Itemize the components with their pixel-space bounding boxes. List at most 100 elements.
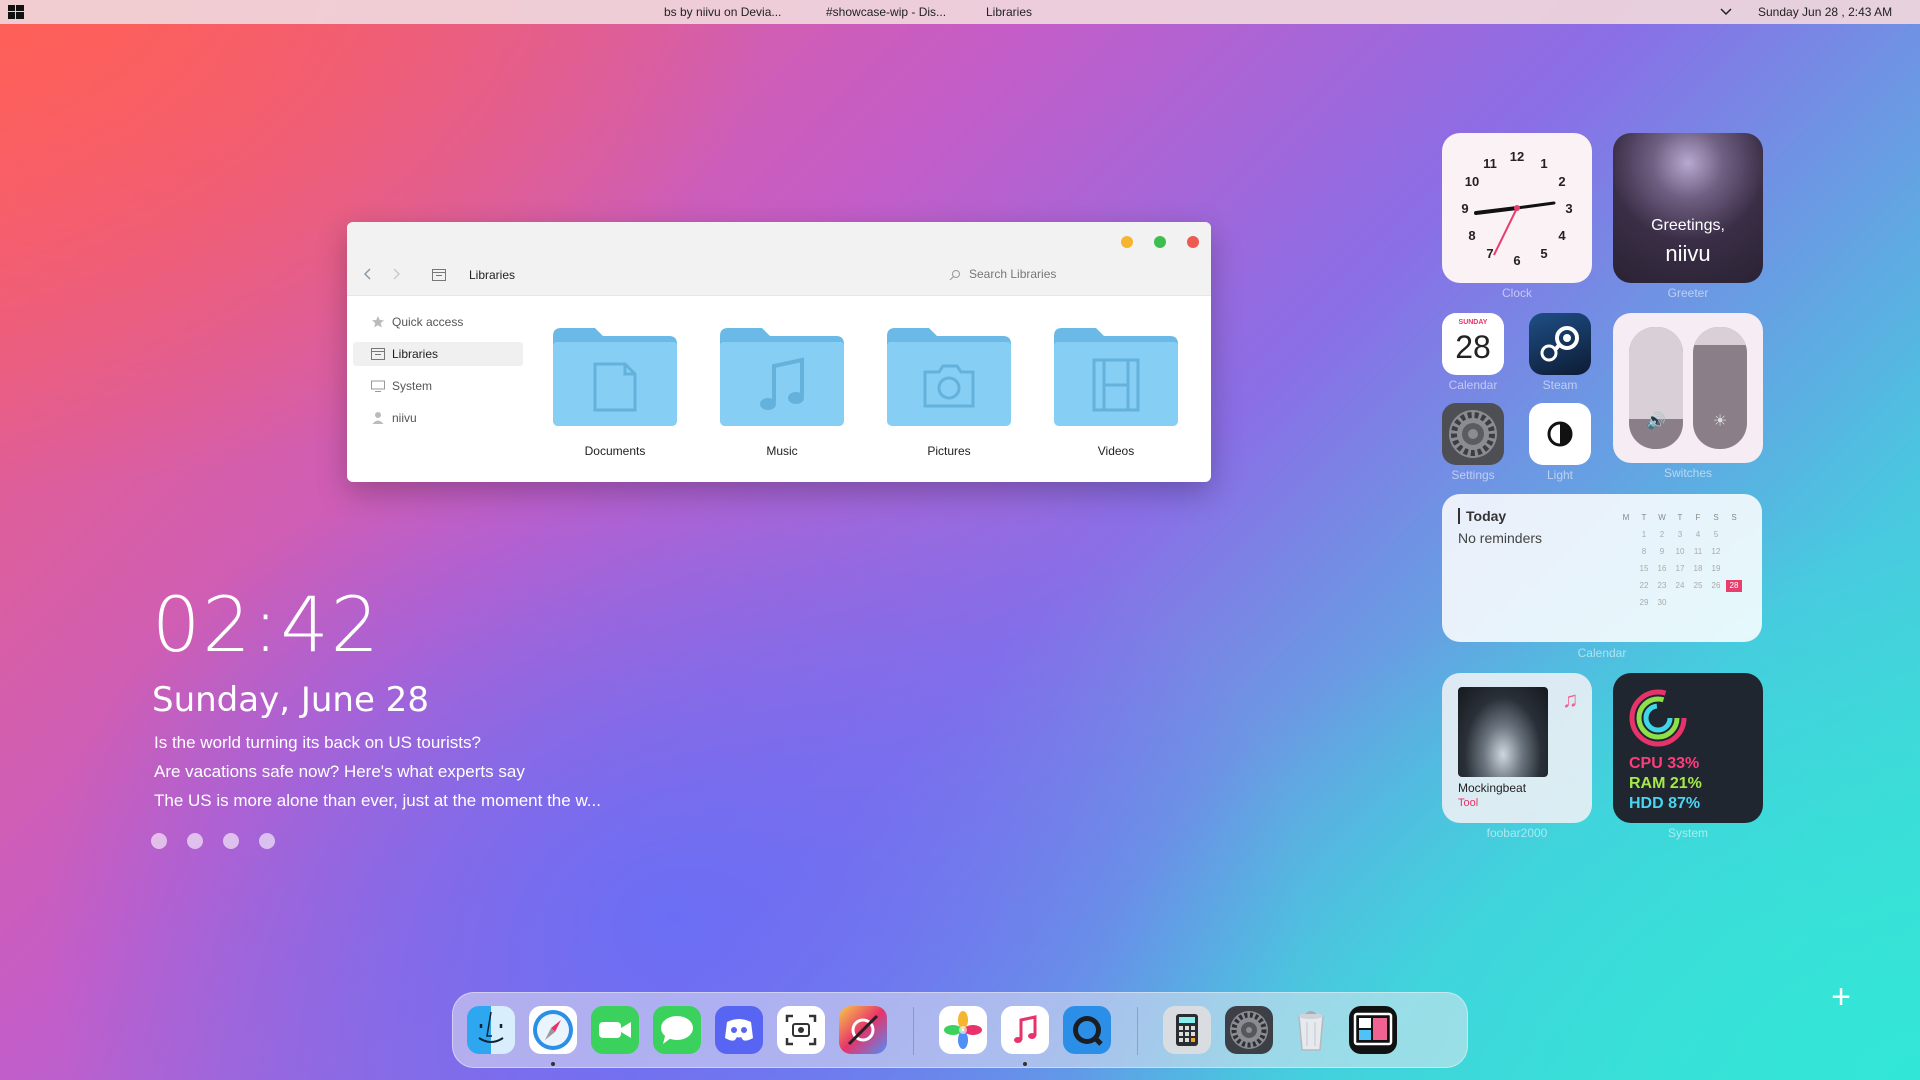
- folder-pictures[interactable]: Pictures: [885, 324, 1013, 458]
- calendar-day[interactable]: 16: [1654, 563, 1670, 575]
- calendar-day[interactable]: 5: [1708, 529, 1724, 541]
- minimize-button[interactable]: [1121, 236, 1133, 248]
- page-dot[interactable]: [223, 833, 239, 849]
- folder-music[interactable]: Music: [718, 324, 846, 458]
- breadcrumb[interactable]: Libraries: [469, 268, 515, 282]
- calendar-day[interactable]: 11: [1690, 546, 1706, 558]
- facetime-icon[interactable]: [591, 1006, 639, 1054]
- calendar-day[interactable]: 4: [1690, 529, 1706, 541]
- light-toggle-icon[interactable]: [1529, 403, 1591, 465]
- calendar-day[interactable]: 12: [1708, 546, 1724, 558]
- file-explorer-window: Libraries Quick access Libraries System: [347, 222, 1211, 482]
- user-icon: [371, 411, 385, 425]
- news-headline[interactable]: The US is more alone than ever, just at …: [154, 791, 601, 811]
- sidebar-item-label: niivu: [392, 411, 417, 425]
- clock-number: 10: [1465, 174, 1479, 189]
- close-button[interactable]: [1187, 236, 1199, 248]
- calendar-day[interactable]: 25: [1690, 580, 1706, 592]
- topbar-clock[interactable]: Sunday Jun 28 , 2:43 AM: [1758, 5, 1892, 19]
- calendar-day[interactable]: 29: [1636, 597, 1652, 609]
- widget-label: Switches: [1663, 466, 1713, 480]
- calendar-day[interactable]: 2: [1654, 529, 1670, 541]
- camera-icon: [887, 328, 1011, 426]
- calendar-day[interactable]: 18: [1690, 563, 1706, 575]
- clock-widget[interactable]: 12 1 2 3 4 5 6 7 8 9 10 11: [1442, 133, 1592, 283]
- screenshot-icon[interactable]: [777, 1006, 825, 1054]
- clock-number: 11: [1483, 156, 1497, 171]
- brightness-slider[interactable]: ☀: [1693, 327, 1747, 449]
- clock-number: 1: [1540, 156, 1547, 171]
- greeting-text: Greetings,: [1651, 217, 1725, 234]
- sidebar-item-system[interactable]: System: [353, 374, 523, 398]
- chevron-down-icon[interactable]: [1718, 4, 1734, 20]
- discord-icon[interactable]: [715, 1006, 763, 1054]
- calendar-day[interactable]: 22: [1636, 580, 1652, 592]
- news-headline[interactable]: Is the world turning its back on US tour…: [154, 733, 481, 753]
- calendar-day[interactable]: 15: [1636, 563, 1652, 575]
- folder-documents[interactable]: Documents: [551, 324, 679, 458]
- sidebar-item-libraries[interactable]: Libraries: [353, 342, 523, 366]
- calculator-icon[interactable]: [1163, 1006, 1211, 1054]
- itunes-icon[interactable]: [1001, 1006, 1049, 1054]
- back-arrow-icon[interactable]: [361, 267, 375, 281]
- sidebar-item-user[interactable]: niivu: [353, 406, 523, 430]
- color-picker-icon[interactable]: [839, 1006, 887, 1054]
- document-icon: [553, 328, 677, 426]
- calendar-day[interactable]: 10: [1672, 546, 1688, 558]
- calendar-day[interactable]: 24: [1672, 580, 1688, 592]
- sidebar-item-label: Libraries: [392, 347, 439, 361]
- sidebar-item-label: Quick access: [392, 315, 464, 329]
- photos-icon[interactable]: [939, 1006, 987, 1054]
- desktop-date: Sunday, June 28: [152, 680, 429, 720]
- page-dot[interactable]: [259, 833, 275, 849]
- messages-icon[interactable]: [653, 1006, 701, 1054]
- steam-icon[interactable]: [1529, 313, 1591, 375]
- tile-label: Light: [1546, 468, 1574, 482]
- widget-label: Calendar: [1577, 646, 1627, 660]
- clock-number: 8: [1468, 228, 1475, 243]
- volume-slider[interactable]: 🔊: [1629, 327, 1683, 449]
- calendar-tile[interactable]: SUNDAY 28: [1442, 313, 1504, 375]
- reminders-widget[interactable]: Today No reminders M T W T F S S 1 2 3 4 5 8 9 10 11 12 1…: [1442, 494, 1762, 642]
- clock-number: 4: [1558, 228, 1566, 243]
- greeter-widget[interactable]: Greetings, niivu: [1613, 133, 1763, 283]
- finder-icon[interactable]: [467, 1006, 515, 1054]
- safari-icon[interactable]: [529, 1006, 577, 1054]
- clock-number: 2: [1558, 174, 1565, 189]
- add-widget-button[interactable]: +: [1826, 980, 1856, 1014]
- settings-gear-icon[interactable]: [1442, 403, 1504, 465]
- taskbar-item-libraries[interactable]: Libraries: [986, 5, 1032, 19]
- calendar-day[interactable]: 1: [1636, 529, 1652, 541]
- calendar-day[interactable]: 26: [1708, 580, 1724, 592]
- system-preferences-icon[interactable]: [1225, 1006, 1273, 1054]
- page-dot[interactable]: [187, 833, 203, 849]
- maximize-button[interactable]: [1154, 236, 1166, 248]
- calendar-day[interactable]: 23: [1654, 580, 1670, 592]
- trash-icon[interactable]: [1287, 1006, 1335, 1054]
- page-indicator[interactable]: [151, 833, 295, 854]
- music-widget[interactable]: ♫ Mockingbeat Tool: [1442, 673, 1592, 823]
- taskbar-item-deviantart[interactable]: bs by niivu on Devia...: [664, 5, 781, 19]
- calendar-day[interactable]: 3: [1672, 529, 1688, 541]
- windows-logo-icon[interactable]: [8, 5, 24, 19]
- desktop-widgets-icon[interactable]: [1349, 1006, 1397, 1054]
- activity-rings-icon: [1629, 689, 1687, 747]
- speaker-icon: 🔊: [1646, 413, 1666, 430]
- folder-videos[interactable]: Videos: [1052, 324, 1180, 458]
- calendar-day[interactable]: 8: [1636, 546, 1652, 558]
- quicktime-icon[interactable]: [1063, 1006, 1111, 1054]
- calendar-day-today[interactable]: 28: [1726, 580, 1742, 592]
- calendar-day[interactable]: 30: [1654, 597, 1670, 609]
- window-titlebar: Libraries: [347, 222, 1211, 296]
- news-headline[interactable]: Are vacations safe now? Here's what expe…: [154, 762, 525, 782]
- system-widget[interactable]: CPU 33% RAM 21% HDD 87%: [1613, 673, 1763, 823]
- search-input[interactable]: [969, 262, 1169, 286]
- taskbar-item-discord[interactable]: #showcase-wip - Dis...: [826, 5, 946, 19]
- sidebar-item-quick-access[interactable]: Quick access: [353, 310, 523, 334]
- calendar-day[interactable]: 19: [1708, 563, 1724, 575]
- calendar-day[interactable]: 17: [1672, 563, 1688, 575]
- page-dot[interactable]: [151, 833, 167, 849]
- folder-label: Pictures: [927, 444, 971, 458]
- forward-arrow-icon[interactable]: [389, 267, 403, 281]
- calendar-day[interactable]: 9: [1654, 546, 1670, 558]
